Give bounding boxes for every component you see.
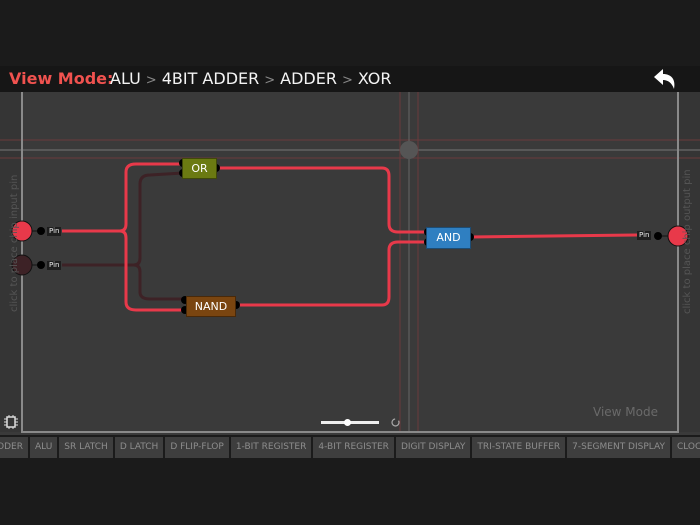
view-mode-watermark: View Mode [593, 405, 658, 419]
breadcrumb-separator: > [264, 73, 276, 88]
component-tab[interactable]: 4-BIT REGISTER [313, 437, 394, 458]
zoom-slider[interactable] [321, 419, 379, 426]
breadcrumb-item[interactable]: ALU [110, 69, 141, 88]
wire-off [62, 171, 185, 301]
component-tab[interactable]: DIGIT DISPLAY [395, 437, 471, 458]
breadcrumb-separator: > [145, 73, 157, 88]
breadcrumb-item[interactable]: ADDER [280, 69, 337, 88]
or-gate[interactable]: OR [182, 158, 217, 179]
component-tab[interactable]: 7-SEGMENT DISPLAY [567, 437, 670, 458]
breadcrumb-item[interactable]: 4BIT ADDER [162, 69, 260, 88]
undo-arrow-icon[interactable] [652, 68, 678, 90]
pin-label: Pin [47, 227, 62, 236]
pin-connector[interactable] [37, 261, 45, 269]
component-tab[interactable]: SR LATCH [59, 437, 113, 458]
canvas-border [21, 92, 679, 433]
pin-connector[interactable] [37, 227, 45, 235]
pin-label: Pin [47, 261, 62, 270]
chip-icon[interactable] [3, 414, 19, 430]
component-tab[interactable]: D FLIP-FLOP [165, 437, 229, 458]
zoom-slider-handle[interactable] [343, 419, 351, 426]
circuit-canvas[interactable]: OR NAND AND Pin Pin Pin click to place c… [0, 92, 700, 435]
nand-gate[interactable]: NAND [186, 296, 236, 317]
mode-label: View Mode: [9, 69, 114, 88]
pin-label: Pin [637, 231, 652, 240]
component-tab[interactable]: D LATCH [114, 437, 164, 458]
breadcrumb-item: XOR [357, 69, 392, 88]
component-tab[interactable]: CLOCK [671, 437, 700, 458]
output-pin-hint: click to place chip output pin [682, 169, 693, 314]
component-tab[interactable]: TRI-STATE BUFFER [472, 437, 566, 458]
component-tab[interactable]: 1-BIT REGISTER [230, 437, 312, 458]
and-gate[interactable]: AND [426, 227, 471, 249]
component-toolbar: ODER ALU SR LATCH D LATCH D FLIP-FLOP 1-BIT R… [0, 437, 700, 458]
pin-connector[interactable] [654, 232, 662, 240]
component-tab[interactable]: ODER [0, 437, 28, 458]
guide-handle[interactable] [400, 141, 418, 159]
wire-on [62, 162, 641, 312]
breadcrumb: ALU >4BIT ADDER > ADDER > XOR [110, 69, 392, 88]
component-tab[interactable]: ALU [29, 437, 58, 458]
breadcrumb-bar: View Mode: ALU >4BIT ADDER > ADDER > XOR [0, 66, 700, 92]
breadcrumb-separator: > [341, 73, 353, 88]
input-pin-hint: click to place chip input pin [9, 174, 20, 312]
reset-zoom-icon[interactable] [390, 417, 401, 428]
